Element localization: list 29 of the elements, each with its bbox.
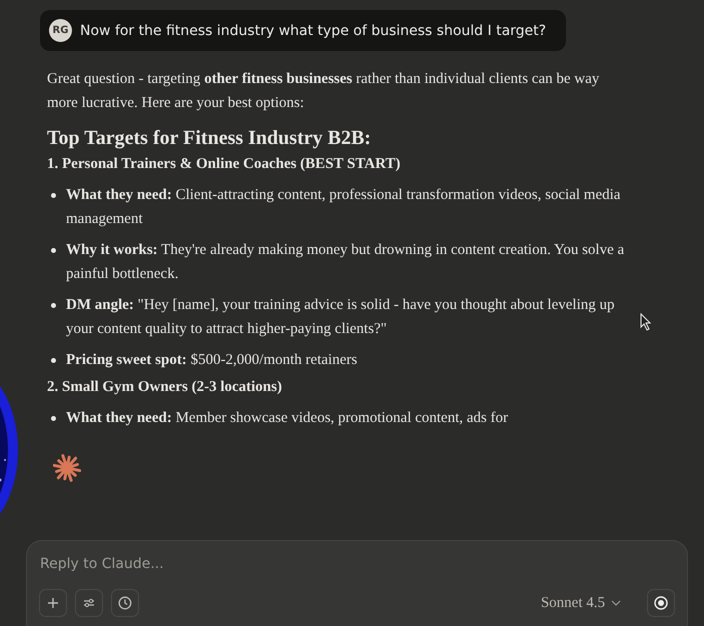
- section-heading: 1. Personal Trainers & Online Coaches (BEST START): [47, 156, 402, 173]
- response-paragraph: Great question - targeting other fitness businesses rather than individual clients can be way more lucrative. Here are your best options:: [47, 70, 600, 113]
- plus-icon: [47, 597, 59, 609]
- response-heading: Top Targets for Fitness Industry B2B:: [47, 127, 372, 150]
- record-icon: [654, 596, 668, 610]
- bullet-text: Why it works: They're already making money but drowning in content creation. You solve a painful bottleneck.: [66, 241, 626, 284]
- user-avatar: RG: [49, 19, 72, 42]
- bullet-icon: [51, 248, 56, 253]
- bullet-text: What they need: Client-attracting content, professional transformation videos, social media management: [66, 186, 622, 229]
- section-heading: 2. Small Gym Owners (2-3 locations): [47, 379, 283, 396]
- bullet-text: Pricing sweet spot: $500-2,000/month retainers: [66, 351, 358, 370]
- chevron-icon: [611, 600, 621, 606]
- reply-field[interactable]: Reply to Claude...: [40, 556, 440, 572]
- model-selector[interactable]: Sonnet 4.5: [534, 594, 627, 612]
- clock-icon: [118, 596, 132, 610]
- bullet-icon: [51, 303, 56, 308]
- settings-button[interactable]: [75, 589, 103, 617]
- history-button[interactable]: [111, 589, 139, 617]
- bullet-icon: [51, 358, 56, 363]
- add-button[interactable]: [39, 589, 67, 617]
- sparkle-icon: [53, 454, 81, 482]
- sliders-icon: [83, 597, 95, 609]
- bullet-icon: [51, 193, 56, 198]
- user-message-text: Now for the fitness industry what type of business should I target?: [80, 22, 546, 38]
- voice-button[interactable]: [647, 589, 675, 617]
- bullet-icon: [51, 416, 56, 421]
- cursor-icon: [640, 313, 652, 331]
- bullet-text: What they need: Member showcase videos, promotional content, ads for: [66, 409, 508, 428]
- bullet-text: DM angle: "Hey [name], your training advice is solid - have you thought about leveling up your content quality to attract higher-paying clients?": [66, 296, 616, 339]
